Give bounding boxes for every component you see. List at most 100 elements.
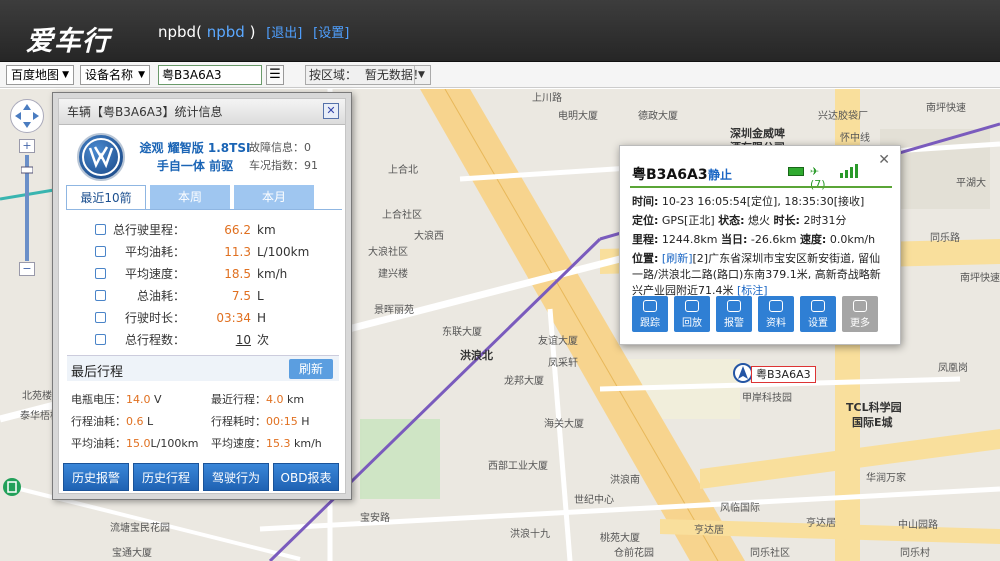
- location-label: 位置:: [632, 252, 659, 265]
- settings-button[interactable]: 设置: [800, 296, 836, 332]
- app-logo[interactable]: 爱车行: [26, 19, 110, 58]
- region-select[interactable]: 按区域： 暂无数据！ ▼: [305, 65, 431, 85]
- map-label: 同乐路: [930, 233, 960, 244]
- stat-label: 总油耗：: [136, 289, 185, 303]
- alarm-button[interactable]: 报警: [716, 296, 752, 332]
- playback-button[interactable]: 回放: [674, 296, 710, 332]
- fault-info: 故障信息：0: [249, 141, 311, 154]
- map-label: 景晖丽苑: [374, 305, 414, 316]
- toolbar: 百度地图 ▼ 设备名称 ▼ 粤B3A6A3 ☰ 按区域： 暂无数据！ ▼: [0, 62, 1000, 88]
- battery-icon: [788, 167, 804, 176]
- region-label: 按区域：: [309, 68, 358, 82]
- position-value: GPS[正北]: [661, 214, 715, 227]
- last-trip-row: 行程油耗：0.6 L 行程耗时：00:15 H: [71, 411, 341, 433]
- vehicle-info-popup: ✕ 粤B3A6A3 静止 ✈(7) 时间: 10-23 16:05:54[定位]…: [619, 145, 901, 345]
- map-type-value: 百度地图: [11, 68, 60, 82]
- odometer-icon: [95, 224, 106, 235]
- map-label: 东联大厦: [442, 327, 482, 338]
- map-label: TCL科学园: [846, 401, 902, 414]
- cell-label: 平均速度：: [211, 437, 266, 450]
- username-suffix: ): [249, 23, 256, 41]
- zoom-in-button[interactable]: +: [19, 139, 35, 153]
- last-trip-header: 最后行程 刷新: [67, 355, 339, 381]
- vehicle-search-input[interactable]: 粤B3A6A3: [158, 65, 262, 85]
- cell-value: 0.6: [126, 415, 144, 428]
- driving-behavior-button[interactable]: 驾驶行为: [203, 463, 269, 491]
- document-icon: [769, 300, 783, 312]
- info-button[interactable]: 资料: [758, 296, 794, 332]
- app-header: 爱车行 npbd( npbd ) [退出] [设置]: [0, 0, 1000, 62]
- zoom-slider[interactable]: [21, 155, 33, 275]
- navigation-arrow-icon: [738, 366, 748, 379]
- popup-plate: 粤B3A6A3: [632, 167, 708, 183]
- logout-link[interactable]: [退出]: [266, 26, 302, 41]
- zoom-out-button[interactable]: −: [19, 262, 35, 276]
- close-icon[interactable]: ✕: [878, 152, 890, 168]
- settings-link[interactable]: [设置]: [313, 26, 349, 41]
- time-label: 时间:: [632, 195, 659, 208]
- map-label: 洪浪南: [610, 475, 640, 486]
- car-model: 途观 耀智版 1.8TSI 手自一体 前驱: [139, 139, 251, 175]
- stat-unit: H: [257, 311, 267, 325]
- tab-this-month[interactable]: 本月: [234, 185, 314, 210]
- map-label: 世纪中心: [574, 495, 614, 506]
- track-label: 跟踪: [640, 318, 660, 329]
- vehicle-marker-label[interactable]: 粤B3A6A3: [751, 366, 816, 383]
- stat-label: 行驶时长：: [124, 311, 185, 325]
- trip-count-link[interactable]: 10: [187, 329, 251, 351]
- poi-icon[interactable]: [2, 477, 22, 497]
- stat-row: 总行驶里程： 66.2 km: [59, 219, 347, 241]
- playback-label: 回放: [682, 318, 702, 329]
- today-label: 当日:: [720, 233, 748, 246]
- map-type-select[interactable]: 百度地图 ▼: [6, 65, 74, 85]
- vehicle-stats-panel: 车辆【粤B3A6A3】统计信息 ✕ 途观 耀智版 1.8TSI 手自一体 前驱 …: [52, 92, 352, 500]
- last-trip-cell: 行程油耗：0.6 L: [71, 411, 153, 433]
- gear-icon: [811, 300, 825, 312]
- refresh-location-link[interactable]: [刷新]: [662, 252, 693, 265]
- alarm-icon: [727, 300, 741, 312]
- chevron-down-icon: ▼: [62, 70, 69, 80]
- last-trip-grid: 电瓶电压：14.0 V 最近行程：4.0 km 行程油耗：0.6 L 行程耗时：…: [71, 389, 341, 455]
- alarm-label: 报警: [724, 318, 744, 329]
- stat-unit: km: [257, 223, 276, 237]
- status-value: 熄火: [748, 214, 771, 227]
- cell-unit: km/h: [294, 437, 322, 450]
- info-label: 资料: [766, 318, 786, 329]
- history-trip-button[interactable]: 历史行程: [133, 463, 199, 491]
- search-field-value: 设备名称: [85, 68, 134, 82]
- car-model-line2: 手自一体 前驱: [156, 159, 234, 173]
- map-label: 流塘宝民花园: [110, 523, 170, 534]
- cell-value: 15.0: [126, 437, 151, 450]
- map-label: 友谊大厦: [538, 336, 578, 347]
- refresh-button[interactable]: 刷新: [289, 359, 333, 379]
- pan-control[interactable]: [10, 99, 44, 133]
- map-label: 同乐社区: [750, 548, 790, 559]
- edit-icon: [95, 334, 106, 345]
- obd-report-button[interactable]: OBD报表: [273, 463, 339, 491]
- more-button[interactable]: 更多: [842, 296, 878, 332]
- more-label: 更多: [850, 318, 870, 329]
- status-label: 状态:: [718, 214, 745, 227]
- tab-recent-10[interactable]: 最近10箭: [66, 185, 146, 210]
- panel-title-bar: 车辆【粤B3A6A3】统计信息 ✕: [59, 99, 345, 125]
- stat-value: 03:34: [216, 311, 251, 325]
- car-model-line1: 途观 耀智版 1.8TSI: [139, 141, 251, 155]
- close-icon[interactable]: ✕: [323, 103, 339, 119]
- last-trip-cell: 平均速度：15.3 km/h: [211, 433, 322, 455]
- chevron-down-icon: ▼: [138, 70, 145, 80]
- signal-bars-icon: [840, 164, 858, 178]
- track-icon: [643, 300, 657, 312]
- vehicle-marker-icon[interactable]: [733, 363, 753, 383]
- search-field-select[interactable]: 设备名称 ▼: [80, 65, 150, 85]
- list-icon[interactable]: ☰: [266, 65, 284, 85]
- map-label: 北苑楼: [22, 391, 52, 402]
- stat-row: 平均速度： 18.5 km/h: [59, 263, 347, 285]
- fuel-pump-icon: [95, 246, 106, 257]
- settings-label: 设置: [808, 318, 828, 329]
- history-alarm-button[interactable]: 历史报警: [63, 463, 129, 491]
- tab-this-week[interactable]: 本周: [150, 185, 230, 210]
- location-row: 位置: [刷新][2]广东省深圳市宝安区新安街道, 留仙一路/洪浪北二路(路口)…: [632, 251, 890, 299]
- track-button[interactable]: 跟踪: [632, 296, 668, 332]
- stat-row: 总油耗： 7.5 L: [59, 285, 347, 307]
- cell-value: 4.0: [266, 393, 284, 406]
